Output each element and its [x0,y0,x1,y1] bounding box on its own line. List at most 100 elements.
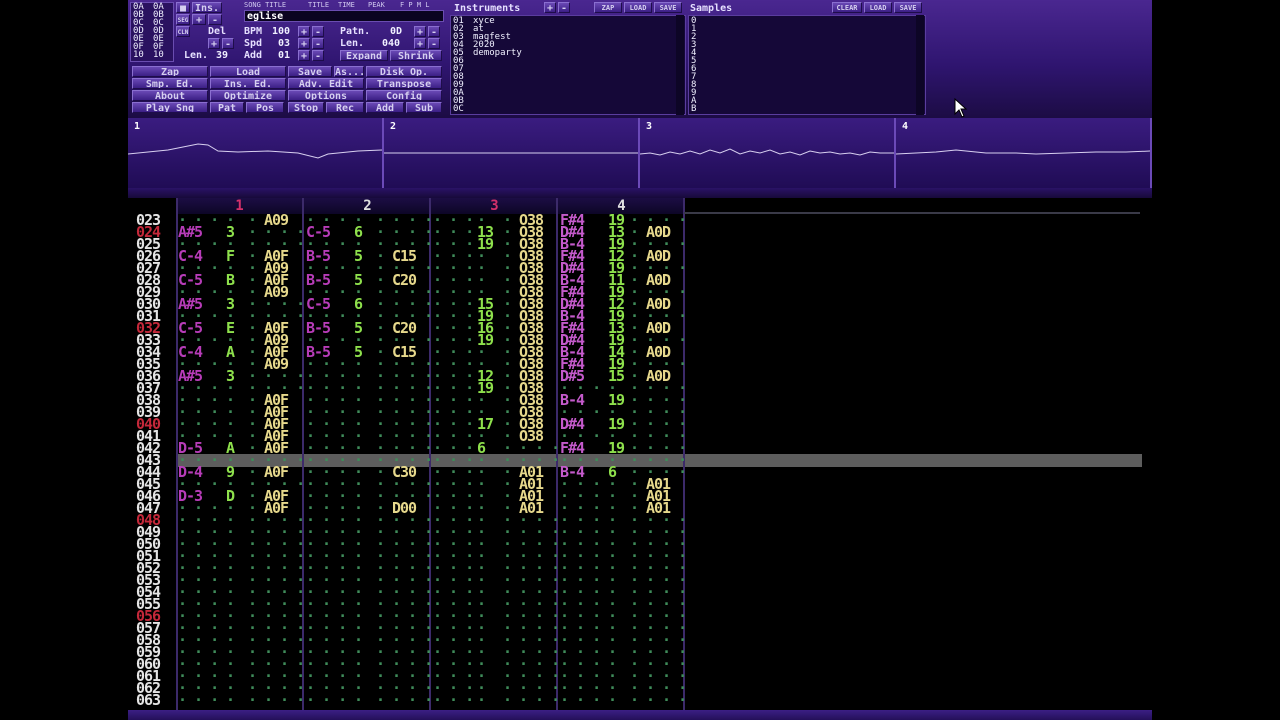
config-button[interactable]: Config [366,90,442,101]
volume-cell[interactable]: · [376,693,385,708]
song-title-field[interactable]: eglise [244,10,444,22]
pattern-editor[interactable]: 1234 023 · · · · · A09 · · · · · · · · · · · · · O38… [128,198,1152,710]
header-line [684,212,1140,214]
stop-button[interactable]: Stop [288,102,324,113]
effect-cell[interactable]: · · · [392,693,433,708]
seg-button[interactable]: SEG [176,14,190,25]
samples-title: Samples [690,3,733,14]
note-cell[interactable]: · · · [433,693,474,708]
instrument-scrollbar[interactable] [676,15,684,115]
sub-button[interactable]: Sub [406,102,442,113]
instrument-cell[interactable]: · [477,693,486,708]
bpm-label: BPM [244,26,263,37]
effect-cell[interactable]: · · · [519,693,560,708]
as-button[interactable]: As... [334,66,364,77]
add-label: Add [244,50,263,61]
add-value: 01 [278,50,291,61]
note-cell[interactable]: · · · [178,693,219,708]
disk-op-button[interactable]: Disk Op. [366,66,442,77]
cln-button[interactable]: CLN [176,26,190,37]
instrument-cell[interactable]: · [226,693,235,708]
volume-cell[interactable]: · [248,693,257,708]
tab-peak[interactable]: PEAK [368,1,385,9]
add-button[interactable]: Add [366,102,404,113]
ins-ed-button[interactable]: Ins. Ed. [210,78,286,89]
song-len-value: 39 [216,50,229,61]
smp-ed-button[interactable]: Smp. Ed. [132,78,208,89]
scope-channel-3[interactable]: 3 [640,118,896,188]
bpm-minus-button[interactable]: - [312,26,324,37]
load-button[interactable]: Load [210,66,286,77]
instrument-save-button[interactable]: SAVE [654,2,682,13]
tab-title[interactable]: TITLE [308,1,329,9]
zap-button[interactable]: Zap [132,66,208,77]
pos-minus-button[interactable]: - [208,14,222,25]
tab-time[interactable]: TIME [338,1,355,9]
patn-plus-button[interactable]: + [414,26,426,37]
shrink-button[interactable]: Shrink [390,50,442,61]
add-plus-button[interactable]: + [298,50,310,61]
instrument-zap-button[interactable]: ZAP [594,2,622,13]
plen-plus-button[interactable]: + [414,38,426,49]
sample-save-button[interactable]: SAVE [894,2,922,13]
tab-flags[interactable]: F P M L [400,1,430,9]
volume-cell[interactable]: · [630,693,639,708]
rec-button[interactable]: Rec [326,102,364,113]
plen-minus-button[interactable]: - [428,38,440,49]
pattern-row[interactable]: 063 · · · · · · · · · · · · · · · · · · · · · · · · ·… [128,691,688,709]
position-list[interactable]: 0A 0A 0B 0B 0C 0C 0D 0D 0E 0E 0F 0F 10 10 [130,2,174,62]
instrument-list[interactable]: 01 xyce 02 at 03 magfest 04 2020 05 demoparty 06 07… [450,15,686,115]
options-button[interactable]: Options [288,90,364,101]
note-cell[interactable]: · · · [560,693,601,708]
instrument-remove-button[interactable]: - [558,2,570,13]
pat-button[interactable]: Pat [210,102,244,113]
add-minus-button[interactable]: - [312,50,324,61]
instrument-load-button[interactable]: LOAD [624,2,652,13]
song-len-label: Len. [184,50,209,61]
expand-button[interactable]: Expand [340,50,388,61]
adv-edit-button[interactable]: Adv. Edit [288,78,364,89]
del-minus-button[interactable]: - [222,38,234,49]
row-number: 063 [136,691,161,709]
spd-plus-button[interactable]: + [298,38,310,49]
sample-clear-button[interactable]: CLEAR [832,2,862,13]
scope-channel-1[interactable]: 1 [128,118,384,188]
song-title-text: eglise [247,11,284,22]
volume-cell[interactable]: · [503,693,512,708]
instrument-cell[interactable]: · [354,693,363,708]
effect-cell[interactable]: · · · [646,693,687,708]
instrument-item[interactable]: 0C [453,105,522,114]
about-button[interactable]: About [132,90,208,101]
save-button[interactable]: Save [288,66,332,77]
note-cell[interactable]: · · · [306,693,347,708]
spd-minus-button[interactable]: - [312,38,324,49]
del-label[interactable]: Del [208,26,226,37]
effect-cell[interactable]: · · · [264,693,305,708]
tracker-window: 0A 0A 0B 0B 0C 0C 0D 0D 0E 0E 0F 0F 10 10 ■ SEG CLN I… [128,0,1152,720]
bpm-plus-button[interactable]: + [298,26,310,37]
panel-separator [128,188,1152,198]
ins-button[interactable]: Ins. [192,2,222,13]
play-position-button[interactable]: ■ [176,2,190,13]
patn-minus-button[interactable]: - [428,26,440,37]
pos-button[interactable]: Pos [246,102,284,113]
sample-item[interactable]: B [691,105,696,114]
instrument-add-button[interactable]: + [544,2,556,13]
sample-load-button[interactable]: LOAD [864,2,892,13]
scope-channel-4[interactable]: 4 [896,118,1152,188]
del-plus-button[interactable]: + [208,38,220,49]
play-sng-button[interactable]: Play Sng [132,102,208,113]
scope-channel-2[interactable]: 2 [384,118,640,188]
pos-plus-button[interactable]: + [192,14,206,25]
transpose-button[interactable]: Transpose [366,78,442,89]
patn-value: 0D [390,26,403,37]
top-panel: 0A 0A 0B 0B 0C 0C 0D 0D 0E 0E 0F 0F 10 10 ■ SEG CLN I… [128,0,1152,118]
bottom-scrollbar[interactable] [128,710,1152,720]
tab-song-title[interactable]: SONG TITLE [244,1,286,9]
optimize-button[interactable]: Optimize [210,90,286,101]
pattern-len-value: 040 [382,38,401,49]
sample-list[interactable]: 0123456789AB [688,15,926,115]
position-entry[interactable]: 10 [133,51,144,60]
sample-scrollbar[interactable] [916,15,924,115]
instrument-cell[interactable]: · [608,693,617,708]
